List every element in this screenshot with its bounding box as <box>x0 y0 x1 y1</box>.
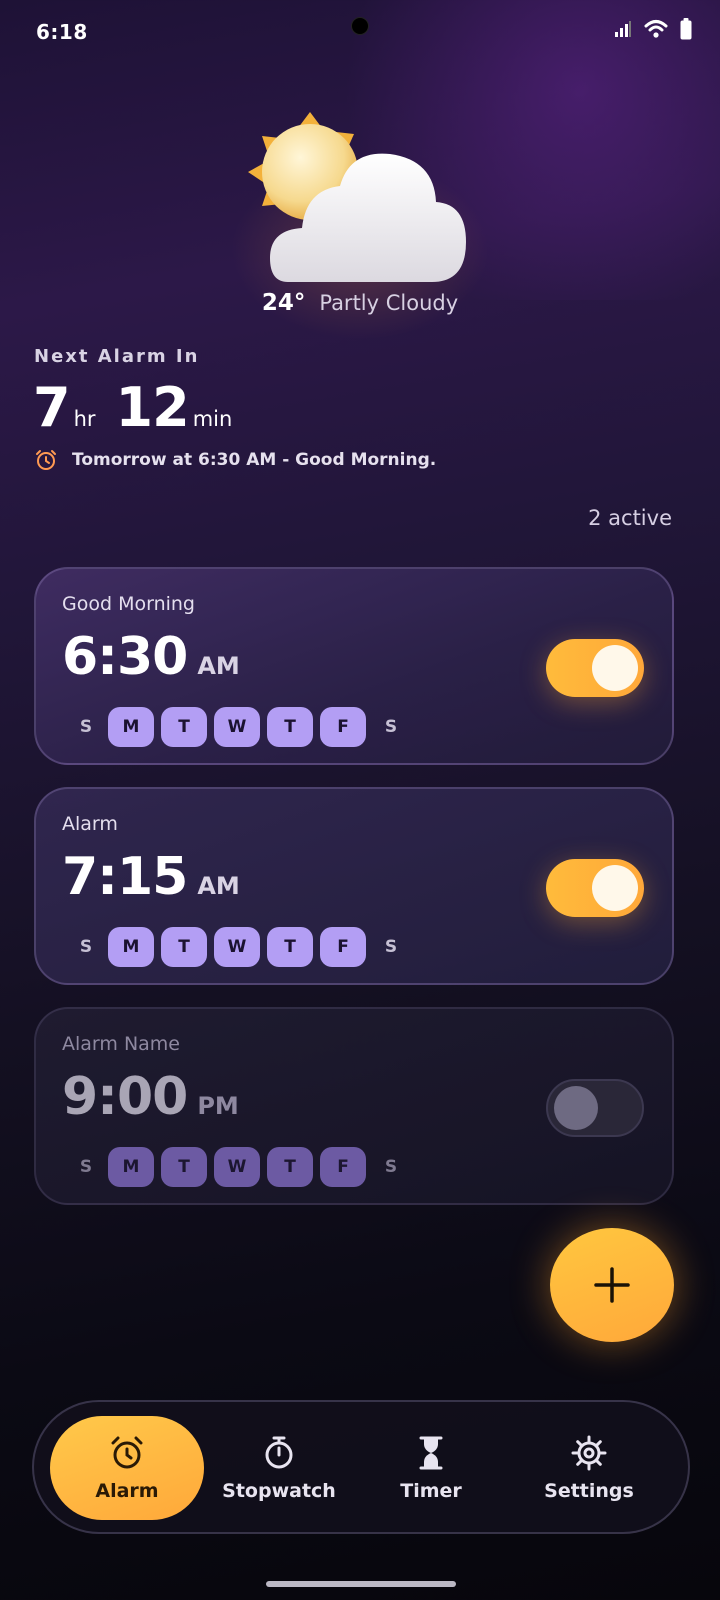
alarm-time: 6:30 AM <box>62 627 240 687</box>
next-alarm-countdown: 7 hr 12 min <box>33 376 252 439</box>
day-monday[interactable]: M <box>108 707 154 747</box>
next-alarm-label: Next Alarm In <box>34 346 200 367</box>
day-monday[interactable]: M <box>108 1147 154 1187</box>
alarm-days: S M T W T F S <box>68 1147 413 1187</box>
alarm-period: AM <box>197 872 240 900</box>
alarm-time-value: 7:15 <box>62 847 188 907</box>
day-monday[interactable]: M <box>108 927 154 967</box>
alarm-toggle[interactable] <box>546 1079 644 1137</box>
next-alarm-detail-text: Tomorrow at 6:30 AM - Good Morning. <box>72 450 437 470</box>
nav-settings-label: Settings <box>544 1480 634 1502</box>
alarm-time: 9:00 PM <box>62 1067 239 1127</box>
bottom-nav: Alarm Stopwatch Timer Settings <box>32 1400 690 1534</box>
day-saturday[interactable]: S <box>373 927 409 967</box>
nav-timer[interactable]: Timer <box>379 1416 483 1520</box>
alarm-toggle[interactable] <box>546 859 644 917</box>
toggle-knob <box>554 1086 598 1130</box>
nav-settings[interactable]: Settings <box>524 1416 654 1520</box>
alarm-card[interactable]: Good Morning 6:30 AM S M T W T F S <box>34 567 674 765</box>
day-sunday[interactable]: S <box>68 1147 104 1187</box>
partly-cloudy-icon <box>248 112 466 282</box>
countdown-minutes: 12 <box>115 376 190 439</box>
alarm-toggle[interactable] <box>546 639 644 697</box>
day-saturday[interactable]: S <box>373 1147 409 1187</box>
day-sunday[interactable]: S <box>68 707 104 747</box>
day-friday[interactable]: F <box>320 1147 366 1187</box>
weather-text: 24° Partly Cloudy <box>0 290 720 316</box>
countdown-minutes-unit: min <box>192 407 233 431</box>
next-alarm-detail: Tomorrow at 6:30 AM - Good Morning. <box>34 448 436 472</box>
alarm-days: S M T W T F S <box>68 707 413 747</box>
nav-alarm[interactable]: Alarm <box>50 1416 204 1520</box>
status-bar: 6:18 <box>0 0 720 64</box>
gear-icon <box>571 1435 607 1471</box>
toggle-knob <box>592 645 638 691</box>
battery-icon <box>680 18 692 40</box>
hourglass-icon <box>419 1436 443 1470</box>
nav-stopwatch[interactable]: Stopwatch <box>214 1416 344 1520</box>
alarm-clock-icon <box>111 1436 143 1469</box>
alarm-clock-icon <box>36 450 56 470</box>
wifi-icon <box>644 20 668 38</box>
home-indicator[interactable] <box>266 1581 456 1587</box>
status-time: 6:18 <box>36 20 88 44</box>
day-saturday[interactable]: S <box>373 707 409 747</box>
alarm-time-value: 9:00 <box>62 1067 188 1127</box>
plus-icon <box>594 1267 630 1303</box>
signal-icon <box>615 21 631 37</box>
alarm-days: S M T W T F S <box>68 927 413 967</box>
alarm-name: Alarm Name <box>62 1033 180 1055</box>
weather-widget: 24° Partly Cloudy <box>0 100 720 340</box>
alarm-time: 7:15 AM <box>62 847 240 907</box>
countdown-hours: 7 <box>33 376 71 439</box>
countdown-hours-unit: hr <box>73 407 96 431</box>
add-alarm-button[interactable] <box>550 1228 674 1342</box>
alarm-period: AM <box>197 652 240 680</box>
alarm-name: Good Morning <box>62 593 195 615</box>
weather-condition: Partly Cloudy <box>319 291 459 315</box>
camera-cutout <box>351 17 369 35</box>
nav-timer-label: Timer <box>400 1480 462 1502</box>
day-tuesday[interactable]: T <box>161 1147 207 1187</box>
day-friday[interactable]: F <box>320 927 366 967</box>
temperature: 24° <box>261 290 306 316</box>
day-thursday[interactable]: T <box>267 927 313 967</box>
alarm-name: Alarm <box>62 813 118 835</box>
day-thursday[interactable]: T <box>267 1147 313 1187</box>
nav-alarm-label: Alarm <box>95 1480 159 1502</box>
day-thursday[interactable]: T <box>267 707 313 747</box>
day-sunday[interactable]: S <box>68 927 104 967</box>
status-icons <box>614 18 692 40</box>
toggle-knob <box>592 865 638 911</box>
stopwatch-icon <box>265 1436 293 1469</box>
alarm-card[interactable]: Alarm 7:15 AM S M T W T F S <box>34 787 674 985</box>
alarm-period: PM <box>197 1092 239 1120</box>
day-tuesday[interactable]: T <box>161 927 207 967</box>
active-count: 2 active <box>588 506 672 530</box>
day-wednesday[interactable]: W <box>214 1147 260 1187</box>
day-tuesday[interactable]: T <box>161 707 207 747</box>
nav-stopwatch-label: Stopwatch <box>222 1480 336 1502</box>
alarm-time-value: 6:30 <box>62 627 188 687</box>
day-wednesday[interactable]: W <box>214 927 260 967</box>
alarm-card[interactable]: Alarm Name 9:00 PM S M T W T F S <box>34 1007 674 1205</box>
day-friday[interactable]: F <box>320 707 366 747</box>
day-wednesday[interactable]: W <box>214 707 260 747</box>
